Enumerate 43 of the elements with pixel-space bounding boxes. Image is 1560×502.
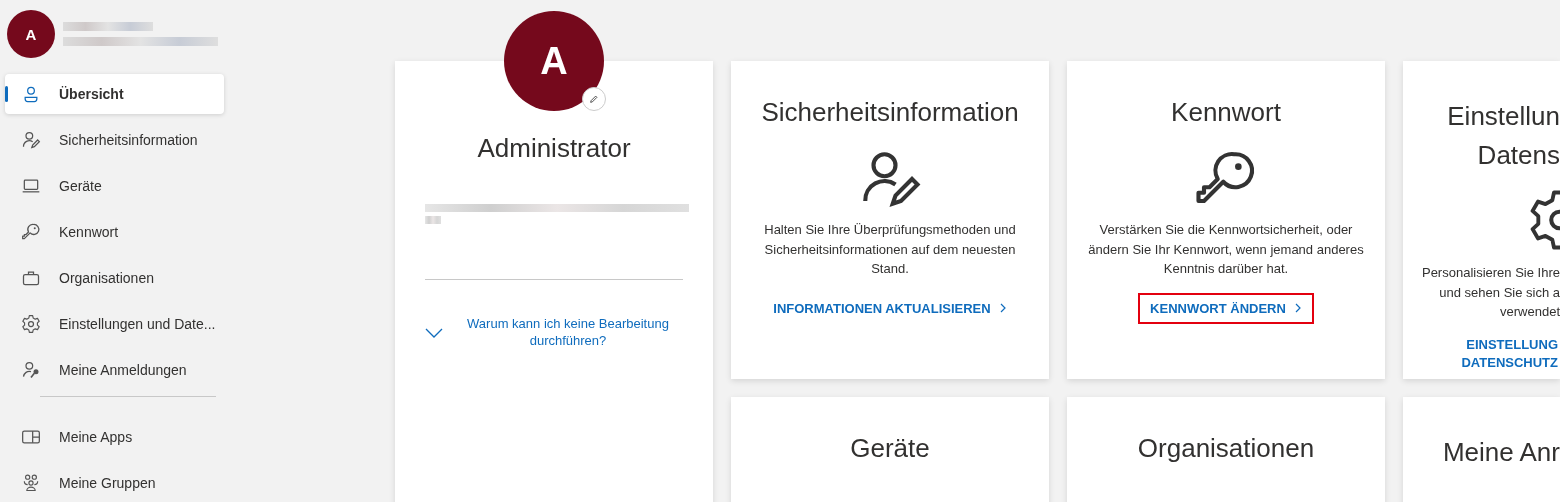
sidebar-item[interactable]: Geräte	[5, 166, 224, 206]
sidebar-item[interactable]: Kennwort	[5, 212, 224, 252]
card-title: Meine Anr	[1442, 436, 1560, 469]
sidebar-label: Einstellungen und Date...	[59, 316, 216, 332]
sidebar-item[interactable]: Meine Anmeldungen	[5, 350, 224, 390]
sidebar-label: Meine Anmeldungen	[59, 362, 187, 378]
chevron-right-icon	[1293, 303, 1302, 313]
sidebar-item[interactable]: Meine Gruppen	[5, 463, 224, 502]
sidebar-item[interactable]: Einstellungen und Date...	[5, 304, 224, 344]
profile-name: Administrator	[477, 133, 631, 164]
sidebar-label: Meine Apps	[59, 429, 133, 445]
profile-avatar: A	[504, 11, 604, 111]
sidebar-item[interactable]: Übersicht	[5, 74, 224, 114]
chevron-down-icon[interactable]	[425, 326, 443, 339]
sidebar-item[interactable]: Meine Apps	[5, 417, 224, 457]
sidebar-item[interactable]: Sicherheitsinformation	[5, 120, 224, 160]
help-link[interactable]: Warum kann ich keine Bearbeitung durchführen?	[453, 316, 683, 350]
edit-button[interactable]	[582, 87, 606, 111]
sidebar-label: Sicherheitsinformation	[59, 132, 198, 148]
card-action-link[interactable]: KENNWORT ÄNDERN	[1138, 292, 1314, 324]
settings-icon	[21, 314, 41, 334]
person-key-icon	[21, 360, 41, 380]
sidebar-label: Kennwort	[59, 224, 119, 240]
card-description: Halten Sie Ihre Überprüfungsmethoden und Sicherheitsinformationen auf dem neuesten Stand.	[763, 221, 1017, 278]
card-title: Einstellun Datens	[1447, 100, 1560, 172]
card-action-link[interactable]: EINSTELLUNG DATENSCHUTZ	[1459, 329, 1560, 378]
sidebar-label: Geräte	[59, 178, 102, 194]
sidebar-label: Übersicht	[59, 86, 124, 102]
card-description: Verstärken Sie die Kennwortsicherheit, oder ändern Sie Ihr Kennwort, wenn jemand anderes Kenntnis darüber hat.	[1087, 221, 1365, 278]
key-icon	[21, 222, 41, 242]
user-avatar[interactable]: A	[7, 10, 55, 58]
sidebar-label: Organisationen	[59, 270, 154, 286]
card-title: Organisationen	[1137, 433, 1315, 464]
chevron-right-icon	[998, 303, 1007, 313]
card-action-link[interactable]: INFORMATIONEN AKTUALISIEREN	[761, 292, 1019, 324]
sidebar-item[interactable]: Organisationen	[5, 258, 224, 298]
people-icon	[21, 473, 41, 493]
card-description: Personalisieren Sie Ihre und sehen Sie sich a verwendet	[1421, 264, 1560, 321]
card-title: Geräte	[850, 433, 930, 464]
person-pen-icon	[21, 130, 41, 150]
sidebar-label: Meine Gruppen	[59, 475, 156, 491]
card-title: Kennwort	[1171, 97, 1281, 128]
card-title: Sicherheitsinformation	[761, 97, 1019, 128]
